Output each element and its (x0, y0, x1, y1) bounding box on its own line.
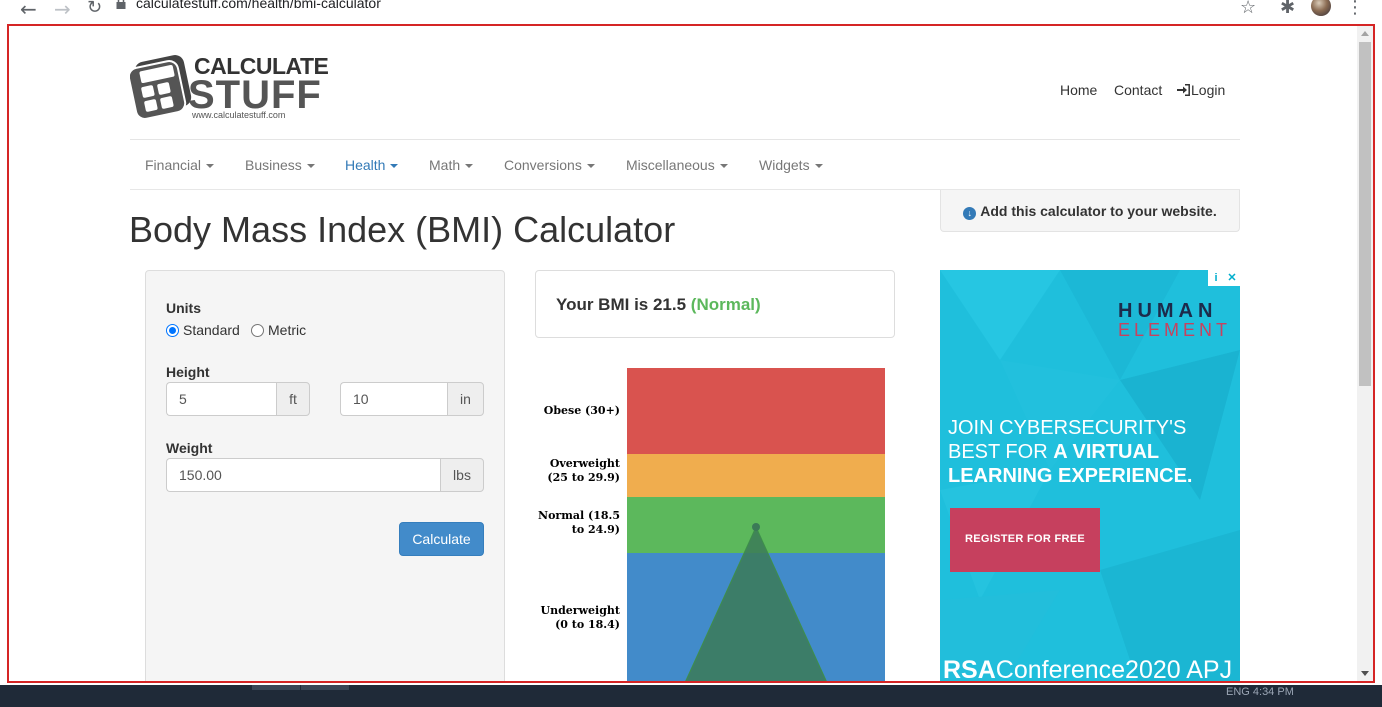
caret-down-icon (586, 164, 595, 168)
browser-toolbar: ← → ↻ calculatestuff.com/health/bmi-calc… (0, 0, 1382, 24)
download-icon: ↓ (963, 207, 977, 220)
weight-label: Weight (166, 440, 213, 456)
caret-down-icon (306, 164, 315, 168)
ad-close-icon[interactable]: ✕ (1224, 270, 1240, 286)
calculator-icon (130, 55, 192, 120)
weight-input[interactable]: 150.00 (166, 458, 440, 492)
scroll-down-icon[interactable] (1361, 671, 1369, 676)
address-bar[interactable]: calculatestuff.com/health/bmi-calculator (116, 0, 381, 11)
height-ft-group: 5 ft (166, 382, 310, 416)
height-in-group: 10 in (340, 382, 484, 416)
nav-math[interactable]: Math (429, 157, 474, 173)
add-calculator-button[interactable]: ↓ Add this calculator to your website. (940, 190, 1240, 232)
lock-icon (116, 0, 126, 9)
page-scrollbar[interactable] (1357, 26, 1373, 681)
page-title: Body Mass Index (BMI) Calculator (129, 209, 676, 250)
zone-overweight-label: Overweight (25 to 29.9) (547, 457, 620, 484)
height-label: Height (166, 364, 210, 380)
nav-business[interactable]: Business (245, 157, 315, 173)
forward-icon[interactable]: → (54, 0, 71, 21)
ad-headline: JOIN CYBERSECURITY'S BEST FOR A VIRTUAL … (948, 417, 1193, 487)
home-link[interactable]: Home (1060, 82, 1097, 98)
scroll-up-icon[interactable] (1361, 31, 1369, 36)
login-label: Login (1191, 82, 1226, 98)
zone-obese-label: Obese (30+) (543, 404, 620, 417)
bmi-result: Your BMI is 21.5 (Normal) (556, 295, 761, 315)
taskbar-clock: ENG 4:34 PM (1226, 686, 1294, 698)
result-panel: Your BMI is 21.5 (Normal) (535, 270, 895, 338)
add-calculator-label: Add this calculator to your website. (980, 203, 1217, 219)
caret-down-icon (465, 164, 474, 168)
url-text: calculatestuff.com/health/bmi-calculator (136, 0, 381, 11)
nav-widgets[interactable]: Widgets (759, 157, 823, 173)
caret-down-icon (390, 164, 399, 168)
ft-addon: ft (276, 382, 310, 416)
ad-brand-line2: ELEMENT (1118, 320, 1232, 340)
profile-avatar[interactable] (1311, 0, 1331, 16)
zone-overweight-band (627, 454, 885, 497)
ad-banner[interactable]: HUMAN ELEMENT JOIN CYBERSECURITY'S BEST … (940, 270, 1240, 683)
nav-health[interactable]: Health (345, 157, 399, 173)
bmi-chart: Obese (30+) Overweight (25 to 29.9) Norma… (535, 362, 895, 681)
zone-underweight-label: Underweight (0 to 18.4) (540, 604, 621, 631)
height-ft-input[interactable]: 5 (166, 382, 276, 416)
nav-miscellaneous[interactable]: Miscellaneous (626, 157, 728, 173)
calculate-button[interactable]: Calculate (399, 522, 484, 556)
ad-register-button[interactable]: REGISTER FOR FREE (950, 508, 1100, 572)
login-link[interactable]: Login (1177, 82, 1225, 98)
unit-metric-option[interactable]: Metric (251, 322, 306, 338)
bmi-marker-dot (752, 523, 760, 531)
os-taskbar: ENG 4:34 PM (0, 685, 1382, 707)
ad-info-icon[interactable]: i (1208, 270, 1224, 286)
main-nav: Financial Business Health Math Conversio… (130, 140, 1240, 190)
login-icon (1177, 84, 1190, 96)
caret-down-icon (719, 164, 728, 168)
contact-link[interactable]: Contact (1114, 82, 1162, 98)
taskbar-app[interactable] (252, 685, 300, 690)
units-label: Units (166, 300, 201, 316)
caret-down-icon (814, 164, 823, 168)
ad-footer: RSAConference2020 APJ (943, 656, 1233, 683)
taskbar-app[interactable] (301, 685, 349, 690)
logo-url: www.calculatestuff.com (191, 110, 285, 120)
back-icon[interactable]: ← (20, 0, 37, 21)
height-in-input[interactable]: 10 (340, 382, 447, 416)
caret-down-icon (206, 164, 215, 168)
standard-radio[interactable] (166, 324, 179, 337)
weight-group: 150.00 lbs (166, 458, 484, 492)
page-viewport: CALCULATE STUFF www.calculatestuff.com H… (7, 24, 1375, 683)
reload-icon[interactable]: ↻ (87, 0, 102, 18)
unit-standard-option[interactable]: Standard (166, 322, 240, 338)
scroll-thumb[interactable] (1359, 42, 1371, 386)
browser-menu-icon[interactable]: ⋮ (1346, 0, 1364, 18)
nav-conversions[interactable]: Conversions (504, 157, 595, 173)
in-addon: in (447, 382, 484, 416)
bmi-result-prefix: Your BMI is 21.5 (556, 295, 687, 314)
site-logo[interactable]: CALCULATE STUFF www.calculatestuff.com (130, 52, 332, 120)
metric-radio[interactable] (251, 324, 264, 337)
lbs-addon: lbs (440, 458, 484, 492)
nav-financial[interactable]: Financial (145, 157, 215, 173)
bmi-category: (Normal) (690, 295, 761, 314)
extensions-icon[interactable]: ✱ (1280, 0, 1295, 18)
zone-obese-band (627, 368, 885, 454)
zone-normal-label: Normal (18.5 to 24.9) (538, 509, 620, 536)
ad-choices[interactable]: i ✕ (1208, 270, 1240, 286)
bookmark-star-icon[interactable]: ☆ (1240, 0, 1256, 18)
